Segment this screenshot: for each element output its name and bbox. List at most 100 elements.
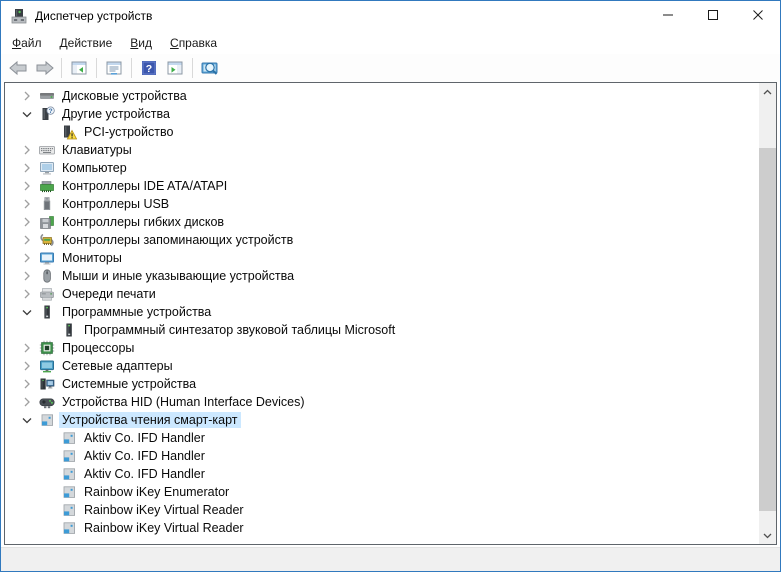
tree-item[interactable]: Клавиатуры — [5, 141, 759, 159]
tree-item[interactable]: Контроллеры USB — [5, 195, 759, 213]
chevron-right-icon[interactable] — [19, 160, 35, 176]
tree-item[interactable]: PCI-устройство — [5, 123, 759, 141]
tree-item-label[interactable]: Программные устройства — [59, 304, 214, 320]
mouse-icon — [39, 268, 55, 284]
chevron-right-icon[interactable] — [19, 250, 35, 266]
chevron-right-icon[interactable] — [19, 88, 35, 104]
tree-item[interactable]: Сетевые адаптеры — [5, 357, 759, 375]
properties-button[interactable] — [101, 56, 127, 80]
smart-card-icon — [61, 484, 77, 500]
tree-item-label[interactable]: Системные устройства — [59, 376, 199, 392]
tree-item-label[interactable]: Rainbow iKey Enumerator — [81, 484, 232, 500]
tree-item[interactable]: Rainbow iKey Enumerator — [5, 483, 759, 501]
scan-hardware-changes-button[interactable] — [197, 56, 223, 80]
forward-button[interactable] — [31, 56, 57, 80]
chevron-down-icon[interactable] — [19, 106, 35, 122]
tree-item[interactable]: Процессоры — [5, 339, 759, 357]
chevron-right-icon[interactable] — [19, 394, 35, 410]
tree-item[interactable]: Контроллеры IDE ATA/ATAPI — [5, 177, 759, 195]
chevron-right-icon[interactable] — [19, 358, 35, 374]
scroll-up-button[interactable] — [759, 83, 776, 100]
tree-item[interactable]: ? Другие устройства — [5, 105, 759, 123]
close-button[interactable] — [735, 1, 780, 31]
tree-item-label[interactable]: Rainbow iKey Virtual Reader — [81, 502, 247, 518]
chevron-right-icon[interactable] — [19, 376, 35, 392]
smart-card-icon — [61, 466, 77, 482]
tree-item[interactable]: Rainbow iKey Virtual Reader — [5, 501, 759, 519]
toolbar-separator — [96, 58, 97, 78]
tree-item[interactable]: Мыши и иные указывающие устройства — [5, 267, 759, 285]
menu-item-file[interactable]: Файл — [3, 33, 51, 53]
menu-item-help[interactable]: Справка — [161, 33, 226, 53]
tree-item-label[interactable]: Aktiv Co. IFD Handler — [81, 448, 208, 464]
back-button[interactable] — [5, 56, 31, 80]
chevron-right-icon[interactable] — [19, 196, 35, 212]
tree-item-label[interactable]: Очереди печати — [59, 286, 159, 302]
tree-item-label[interactable]: Контроллеры гибких дисков — [59, 214, 227, 230]
tree-item-label[interactable]: PCI-устройство — [81, 124, 176, 140]
tree-item-label[interactable]: Программный синтезатор звуковой таблицы … — [81, 322, 398, 338]
tree-item-label[interactable]: Контроллеры запоминающих устройств — [59, 232, 296, 248]
tree-item[interactable]: Компьютер — [5, 159, 759, 177]
tree-item[interactable]: Очереди печати — [5, 285, 759, 303]
minimize-button[interactable] — [645, 1, 690, 31]
chevron-right-icon[interactable] — [19, 340, 35, 356]
tree-item[interactable]: Системные устройства — [5, 375, 759, 393]
maximize-button[interactable] — [690, 1, 735, 31]
tree-item-label[interactable]: Контроллеры USB — [59, 196, 172, 212]
tree-item[interactable]: Дисковые устройства — [5, 87, 759, 105]
menu-item-action[interactable]: Действие — [51, 33, 122, 53]
device-manager-window: Диспетчер устройств ФайлДействиеВидСправ… — [0, 0, 781, 572]
tree-item[interactable]: Программные устройства — [5, 303, 759, 321]
scroll-down-button[interactable] — [759, 527, 776, 544]
tree-item-label[interactable]: Контроллеры IDE ATA/ATAPI — [59, 178, 230, 194]
chevron-right-icon[interactable] — [19, 286, 35, 302]
chevron-down-icon[interactable] — [19, 412, 35, 428]
tree-item-label[interactable]: Мыши и иные указывающие устройства — [59, 268, 297, 284]
software-device-icon — [61, 322, 77, 338]
menu-item-view[interactable]: Вид — [121, 33, 161, 53]
tree-item-label[interactable]: Клавиатуры — [59, 142, 135, 158]
tree-item[interactable]: Rainbow iKey Virtual Reader — [5, 519, 759, 537]
console-tree-icon — [71, 60, 87, 76]
tree-item[interactable]: Программный синтезатор звуковой таблицы … — [5, 321, 759, 339]
toolbar-separator — [192, 58, 193, 78]
show-console-tree-button[interactable] — [66, 56, 92, 80]
tree-item-label[interactable]: Другие устройства — [59, 106, 173, 122]
tree-item[interactable]: Aktiv Co. IFD Handler — [5, 465, 759, 483]
tree-item[interactable]: Aktiv Co. IFD Handler — [5, 429, 759, 447]
help-button[interactable]: ? — [136, 56, 162, 80]
tree-item[interactable]: Устройства чтения смарт-карт — [5, 411, 759, 429]
tree-item-label[interactable]: Компьютер — [59, 160, 130, 176]
minimize-icon — [663, 7, 673, 25]
chevron-down-icon[interactable] — [19, 304, 35, 320]
forward-arrow-icon — [35, 60, 54, 76]
window-controls — [645, 1, 780, 31]
tree-item-label[interactable]: Мониторы — [59, 250, 125, 266]
tree-item-label[interactable]: Дисковые устройства — [59, 88, 190, 104]
vertical-scrollbar[interactable] — [759, 83, 776, 544]
chevron-right-icon[interactable] — [19, 142, 35, 158]
title-bar[interactable]: Диспетчер устройств — [1, 1, 780, 31]
tree-item-label[interactable]: Rainbow iKey Virtual Reader — [81, 520, 247, 536]
chevron-right-icon[interactable] — [19, 232, 35, 248]
tree-item-label[interactable]: Устройства HID (Human Interface Devices) — [59, 394, 308, 410]
smart-card-icon — [39, 412, 55, 428]
tree-item[interactable]: Aktiv Co. IFD Handler — [5, 447, 759, 465]
tree-item[interactable]: Контроллеры запоминающих устройств — [5, 231, 759, 249]
action-pane-button[interactable] — [162, 56, 188, 80]
scrollbar-thumb[interactable] — [759, 148, 776, 511]
close-icon — [753, 7, 763, 25]
chevron-right-icon[interactable] — [19, 178, 35, 194]
tree-item-label[interactable]: Aktiv Co. IFD Handler — [81, 430, 208, 446]
chevron-right-icon[interactable] — [19, 214, 35, 230]
tree-item-label[interactable]: Устройства чтения смарт-карт — [59, 412, 241, 428]
tree-item[interactable]: Контроллеры гибких дисков — [5, 213, 759, 231]
tree-item-label[interactable]: Сетевые адаптеры — [59, 358, 176, 374]
tree-item-label[interactable]: Процессоры — [59, 340, 137, 356]
tree-item-label[interactable]: Aktiv Co. IFD Handler — [81, 466, 208, 482]
computer-icon — [39, 160, 55, 176]
chevron-right-icon[interactable] — [19, 268, 35, 284]
tree-item[interactable]: Мониторы — [5, 249, 759, 267]
tree-item[interactable]: Устройства HID (Human Interface Devices) — [5, 393, 759, 411]
